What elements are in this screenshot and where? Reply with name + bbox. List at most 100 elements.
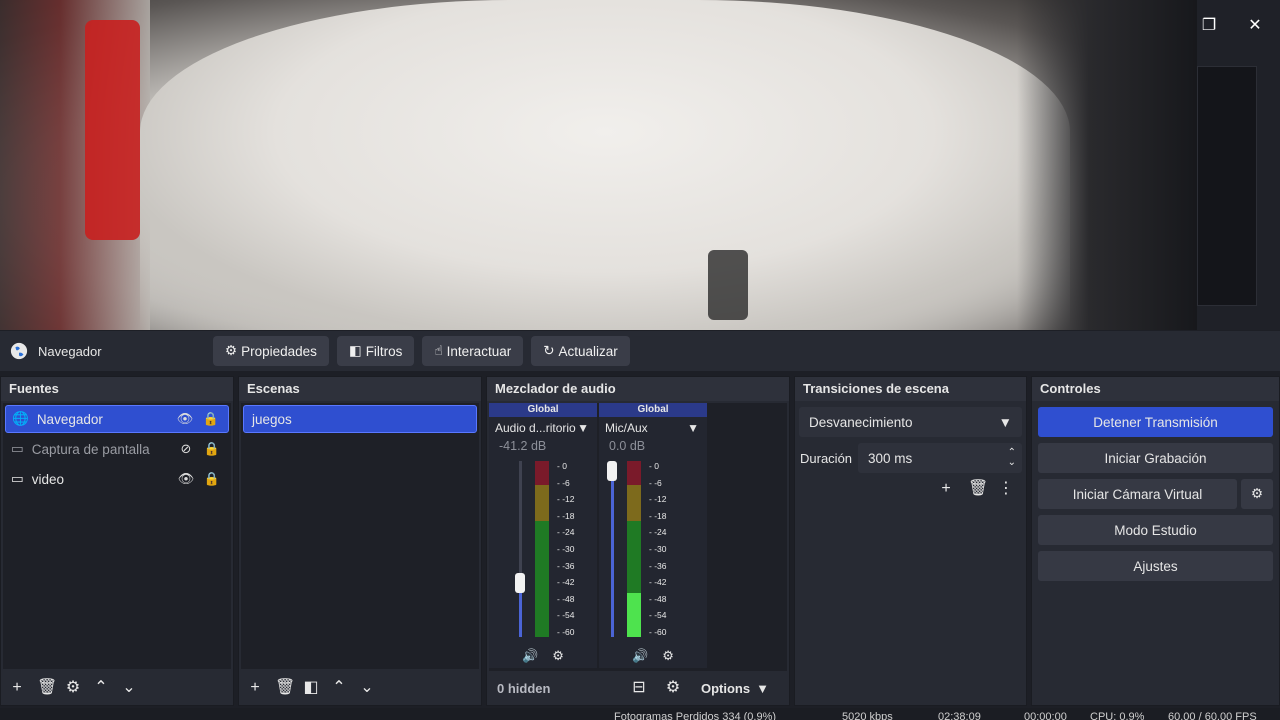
caret-down-icon: ▼ (577, 421, 589, 435)
start-recording-button[interactable]: Iniciar Grabación (1038, 443, 1273, 473)
mixer-title: Mezclador de audio (487, 377, 789, 401)
gear-icon[interactable]: ⚙ (1241, 479, 1273, 509)
source-label: video (31, 471, 65, 487)
vu-tick-label: - -60 (649, 627, 667, 637)
spin-arrows-icon[interactable]: ⌃ ⌄ (1008, 448, 1016, 468)
vu-tick-label: - -54 (649, 610, 667, 620)
stream-preview[interactable] (0, 0, 1197, 330)
caret-down-icon: ▼ (756, 680, 769, 696)
properties-label: Propiedades (241, 343, 317, 359)
trash-icon[interactable]: 🗑 (968, 481, 988, 497)
chevron-up-icon[interactable]: ⌃ (331, 680, 347, 696)
advanced-settings-icon[interactable]: ⚙ (665, 680, 681, 696)
sources-list: 🌐 Navegador 👁 🔒 ▭ Captura de pantalla ⊘ … (3, 403, 231, 669)
sources-title: Fuentes (1, 377, 233, 401)
source-item-captura[interactable]: ▭ Captura de pantalla ⊘ 🔒 (5, 435, 229, 463)
side-panel-inner (1197, 66, 1257, 306)
filter-icon: ◧ (348, 343, 362, 358)
filters-button[interactable]: ◧ Filtros (336, 336, 415, 366)
preview-shirt-logo (708, 250, 748, 320)
interact-label: Interactuar (446, 343, 512, 359)
duration-value: 300 ms (868, 450, 913, 466)
trash-icon[interactable]: 🗑 (37, 680, 57, 696)
volume-icon[interactable]: 🔊 (632, 648, 648, 664)
lock-icon[interactable]: 🔒 (202, 411, 220, 427)
restore-window-icon[interactable]: ❐ (1197, 14, 1221, 38)
add-icon[interactable]: + (938, 481, 954, 497)
sources-footer: + 🗑 ⚙ ⌃ ⌄ (1, 671, 233, 705)
interact-button[interactable]: ☝ Interactuar (422, 336, 524, 366)
audio-settings-icon[interactable]: ⚙ (662, 648, 674, 664)
strip-db: -41.2 dB (499, 439, 547, 453)
add-icon[interactable]: + (247, 680, 263, 696)
controls-dock: Controles Detener Transmisión Iniciar Gr… (1031, 376, 1280, 706)
lock-icon[interactable]: 🔒 (203, 471, 221, 487)
vu-tick-label: - -24 (557, 527, 575, 537)
transition-select[interactable]: Desvanecimiento ▼ (799, 407, 1022, 437)
scene-item-juegos[interactable]: juegos (243, 405, 477, 433)
studio-mode-button[interactable]: Modo Estudio (1038, 515, 1273, 545)
strip-db: 0.0 dB (609, 439, 646, 453)
globe-icon (10, 342, 28, 360)
side-panel: ❐ ✕ (1197, 0, 1280, 330)
caret-down-icon: ▼ (998, 414, 1012, 430)
strip-name: Mic/Aux (605, 421, 648, 435)
trash-icon[interactable]: 🗑 (275, 680, 295, 696)
fader-knob[interactable] (515, 573, 525, 593)
hidden-count[interactable]: 0 hidden (495, 681, 631, 696)
eye-icon[interactable]: 👁 (177, 471, 195, 487)
add-icon[interactable]: + (9, 680, 25, 696)
vu-tick-label: - -36 (649, 561, 667, 571)
mixer-body: Global Audio d...ritorio ▼ -41.2 dB - 0-… (489, 403, 787, 671)
volume-icon[interactable]: 🔊 (522, 648, 538, 664)
strip-name-dropdown[interactable]: Mic/Aux ▼ (599, 417, 707, 439)
selected-source-name: Navegador (38, 343, 102, 359)
source-item-navegador[interactable]: 🌐 Navegador 👁 🔒 (5, 405, 229, 433)
bitrate: 5020 kbps (842, 711, 893, 720)
eye-icon[interactable]: 👁 (176, 411, 194, 427)
fps: 60.00 / 60.00 FPS (1168, 711, 1257, 720)
chevron-up-icon[interactable]: ⌃ (93, 680, 109, 696)
strip-badge: Global (489, 403, 597, 417)
chevron-down-icon[interactable]: ⌄ (359, 680, 375, 696)
scene-label: juegos (252, 411, 292, 427)
filters-label: Filtros (365, 343, 403, 359)
stop-stream-button[interactable]: Detener Transmisión (1038, 407, 1273, 437)
mixer-strip-mic: Global Mic/Aux ▼ 0.0 dB - 0 - -6 - -12 - -1… (599, 403, 707, 668)
preview-red-object (85, 20, 140, 240)
more-icon[interactable]: ⋮ (998, 481, 1014, 497)
globe-icon: 🌐 (12, 411, 29, 426)
fader-knob[interactable] (607, 461, 617, 481)
settings-button[interactable]: Ajustes (1038, 551, 1273, 581)
strip-controls: 🔊 ⚙ (489, 648, 597, 664)
vu-tick-label: - -12 (649, 494, 667, 504)
strip-meter-area: - 0 - -6 - -12 - -18 - -24 - -30 - -36 - -42 - -… (599, 461, 707, 641)
vu-tick-label: - -48 (649, 594, 667, 604)
scenes-list: juegos (241, 403, 479, 669)
dropped-frames: Fotogramas Perdidos 334 (0.9%) (614, 711, 777, 720)
lock-icon[interactable]: 🔒 (203, 441, 221, 457)
close-window-icon[interactable]: ✕ (1243, 14, 1267, 38)
start-virtual-camera-button[interactable]: Iniciar Cámara Virtual (1038, 479, 1237, 509)
refresh-button[interactable]: ↻ Actualizar (531, 336, 630, 366)
strip-name-dropdown[interactable]: Audio d...ritorio ▼ (489, 417, 597, 439)
chevron-down-icon[interactable]: ⌄ (121, 680, 137, 696)
transition-selected: Desvanecimiento (809, 414, 913, 430)
properties-button[interactable]: ⚙ Propiedades (213, 336, 329, 366)
hand-icon: ☝ (434, 343, 443, 358)
vu-meter (627, 461, 641, 637)
status-bar: Fotogramas Perdidos 334 (0.9%) 5020 kbps… (0, 708, 1280, 720)
source-item-video[interactable]: ▭ video 👁 🔒 (5, 465, 229, 493)
duration-label: Duración (800, 450, 853, 466)
audio-settings-icon[interactable]: ⚙ (552, 648, 564, 664)
gear-icon[interactable]: ⚙ (65, 680, 81, 696)
duration-spinbox[interactable]: 300 ms ⌃ ⌄ (858, 443, 1022, 473)
eye-hidden-icon[interactable]: ⊘ (177, 441, 195, 457)
options-button[interactable]: Options (701, 681, 750, 696)
mixer-strip-desktop: Global Audio d...ritorio ▼ -41.2 dB - 0-… (489, 403, 597, 668)
controls-title: Controles (1032, 377, 1279, 401)
layout-icon[interactable]: ⊟ (631, 680, 647, 696)
cpu-usage: CPU: 0.9% (1090, 711, 1145, 720)
scenes-dock: Escenas juegos + 🗑 ◧ ⌃ ⌄ (238, 376, 482, 706)
filter-icon[interactable]: ◧ (303, 680, 319, 696)
